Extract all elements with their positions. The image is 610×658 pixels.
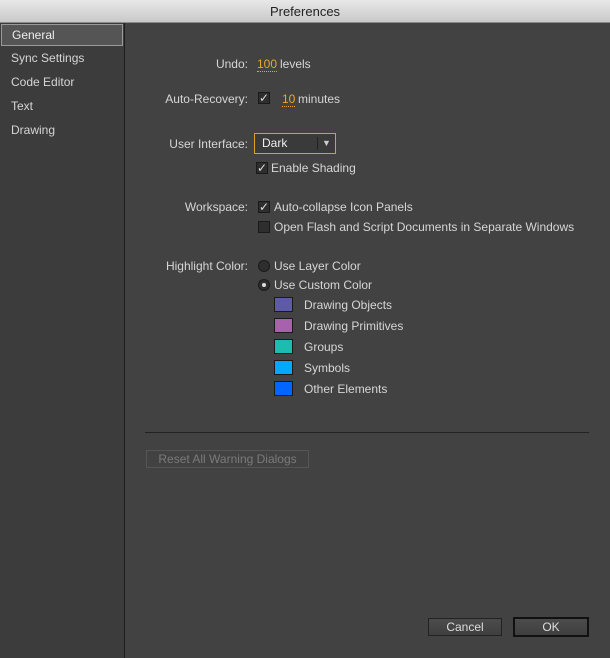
reset-warning-dialogs-button[interactable]: Reset All Warning Dialogs <box>146 450 309 468</box>
use-custom-color-radio[interactable] <box>258 279 270 291</box>
auto-recovery-label: Auto-Recovery: <box>165 92 248 106</box>
color-swatch[interactable] <box>274 297 293 312</box>
use-layer-color-radio[interactable] <box>258 260 270 272</box>
user-interface-select[interactable]: Dark ▼ <box>254 133 336 154</box>
color-swatch-label: Drawing Primitives <box>304 319 404 333</box>
sidebar-item-code-editor[interactable]: Code Editor <box>0 70 124 94</box>
undo-unit: levels <box>280 57 311 71</box>
sidebar-item-general[interactable]: General <box>1 24 123 46</box>
color-swatch-label: Other Elements <box>304 382 388 396</box>
auto-recovery-unit: minutes <box>298 92 341 106</box>
undo-label: Undo: <box>215 57 248 71</box>
separate-windows-label[interactable]: Open Flash and Script Documents in Separ… <box>274 220 574 234</box>
chevron-down-icon: ▼ <box>317 137 335 150</box>
undo-levels-field[interactable]: 100 <box>257 57 278 72</box>
title-bar: Preferences <box>0 0 610 23</box>
color-swatch[interactable] <box>274 360 293 375</box>
auto-collapse-checkbox[interactable]: ✓ <box>258 201 270 213</box>
enable-shading-label[interactable]: Enable Shading <box>271 161 356 175</box>
use-custom-color-label[interactable]: Use Custom Color <box>274 278 372 292</box>
auto-collapse-label[interactable]: Auto-collapse Icon Panels <box>274 200 413 214</box>
auto-recovery-minutes-field[interactable]: 10 <box>282 92 296 107</box>
separate-windows-checkbox[interactable] <box>258 221 270 233</box>
enable-shading-checkbox[interactable]: ✓ <box>256 162 268 174</box>
sidebar: General Sync Settings Code Editor Text D… <box>0 23 125 658</box>
highlight-color-label: Highlight Color: <box>165 259 248 273</box>
divider <box>145 432 589 433</box>
use-layer-color-label[interactable]: Use Layer Color <box>274 259 361 273</box>
auto-recovery-checkbox[interactable]: ✓ <box>258 92 270 104</box>
color-swatch[interactable] <box>274 339 293 354</box>
color-swatch-label: Symbols <box>304 361 351 375</box>
workspace-label: Workspace: <box>184 200 248 214</box>
window-title: Preferences <box>269 4 341 19</box>
color-swatch[interactable] <box>274 318 293 333</box>
cancel-button[interactable]: Cancel <box>428 618 502 636</box>
user-interface-value: Dark <box>262 136 288 150</box>
color-swatch-label: Groups <box>304 340 344 354</box>
color-swatch[interactable] <box>274 381 293 396</box>
ok-button[interactable]: OK <box>513 617 589 637</box>
color-swatch-label: Drawing Objects <box>304 298 393 312</box>
user-interface-label: User Interface: <box>169 137 248 151</box>
